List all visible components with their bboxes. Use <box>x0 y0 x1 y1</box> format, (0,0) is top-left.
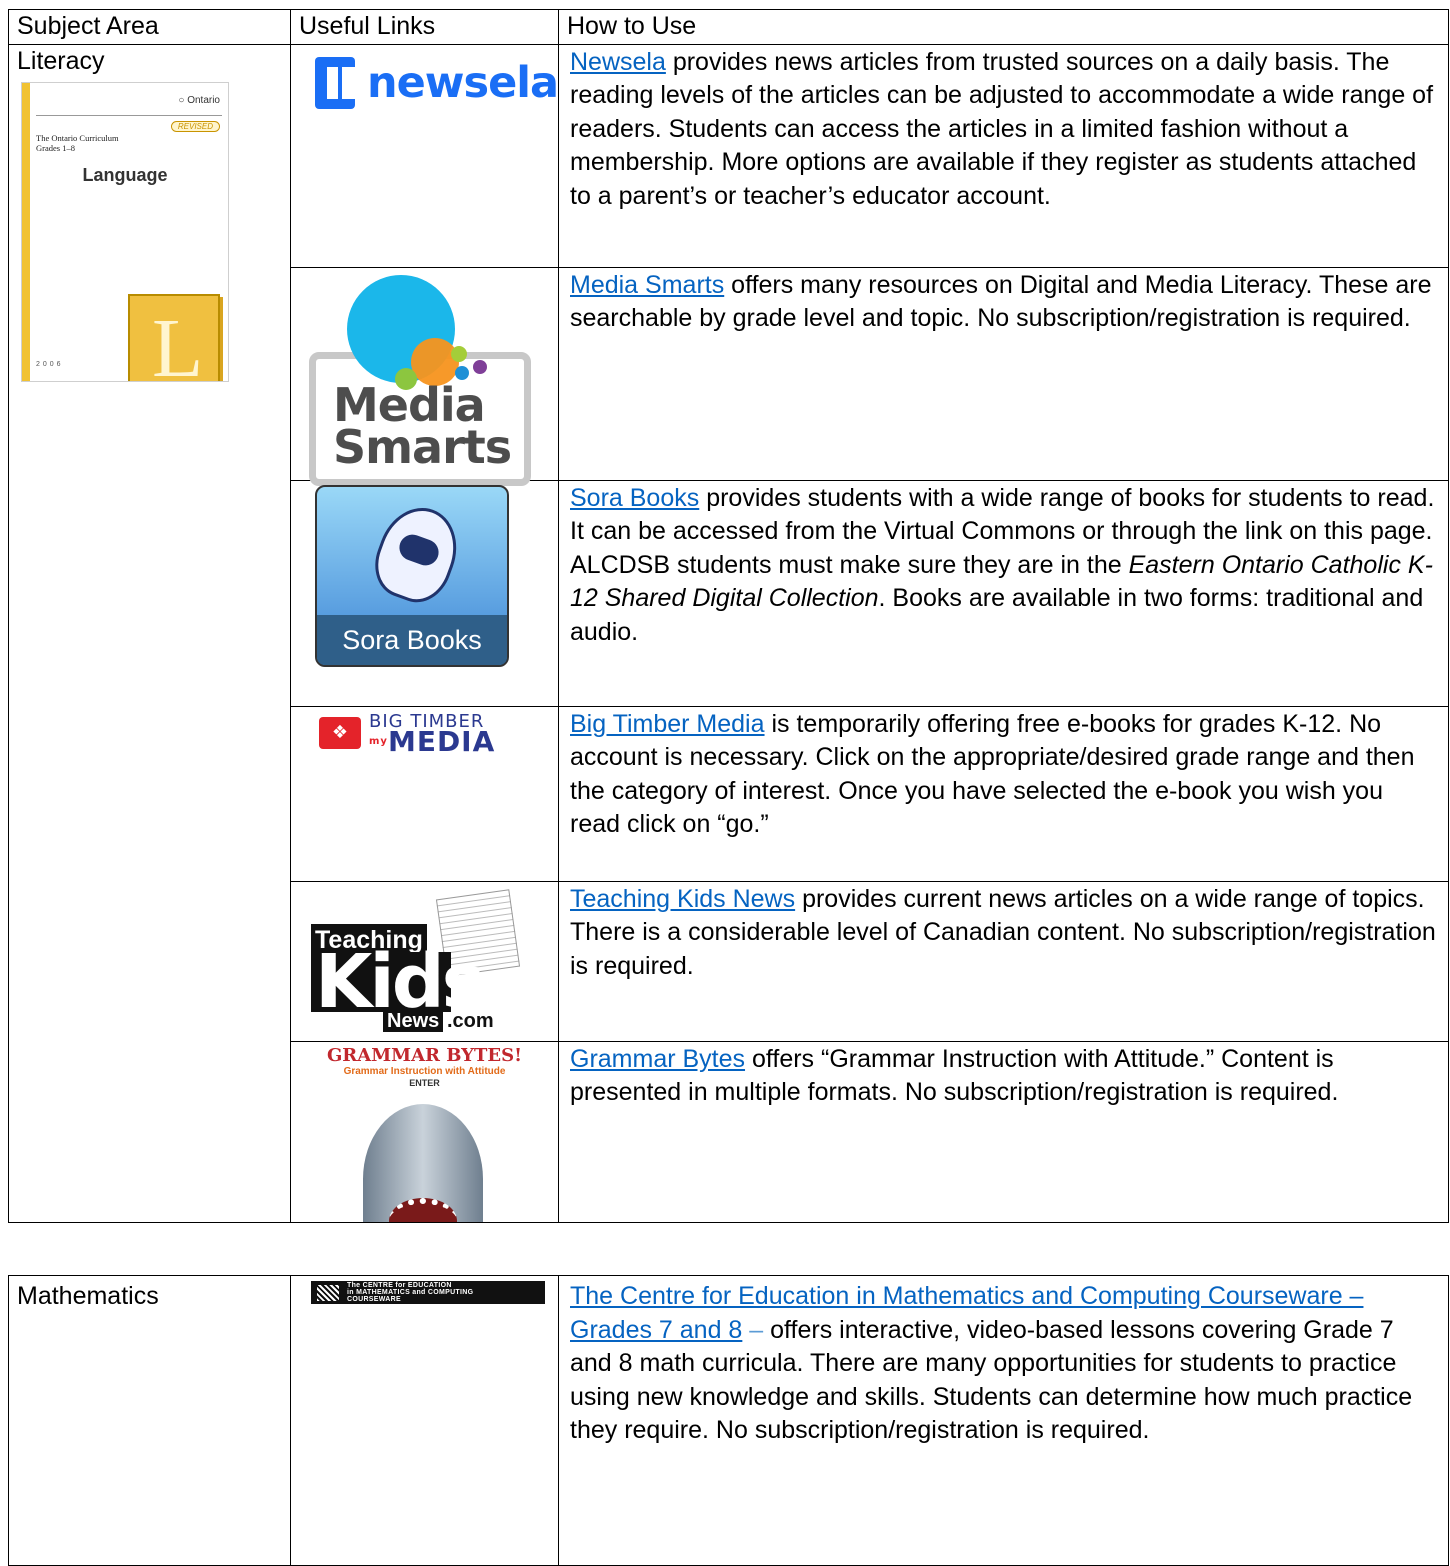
description: The Centre for Education in Mathematics … <box>570 1282 1413 1444</box>
cover-title: Language <box>82 165 168 185</box>
description: Big Timber Media is temporarily offering… <box>570 709 1415 839</box>
header-useful-links: Useful Links <box>290 9 559 45</box>
grammar-bytes-logo[interactable]: GRAMMAR BYTES! Grammar Instruction with … <box>291 1042 558 1222</box>
revised-badge: REVISED <box>170 121 220 132</box>
subject-cell-mathematics: Mathematics <box>8 1275 291 1566</box>
newsela-logo-cell: newsela <box>290 43 559 268</box>
newsela-logo[interactable]: newsela <box>315 56 559 109</box>
cover-year: 2006 <box>36 361 64 368</box>
newsela-link[interactable]: Newsela <box>570 48 666 76</box>
grammar-bytes-link[interactable]: Grammar Bytes <box>570 1045 745 1073</box>
grammar-bytes-logo-cell: GRAMMAR BYTES! Grammar Instruction with … <box>290 1040 559 1223</box>
teaching-kids-news-description-cell: Teaching Kids News provides current news… <box>558 880 1449 1042</box>
newsela-mark-icon <box>315 56 355 109</box>
newsela-description-cell: Newsela provides news articles from trus… <box>558 43 1449 268</box>
teaching-kids-news-logo[interactable]: Teaching Kids News .com <box>311 888 521 1032</box>
cemc-logo-cell: The CENTRE for EDUCATION in MATHEMATICS a… <box>290 1275 559 1566</box>
media-smarts-link[interactable]: Media Smarts <box>570 271 724 299</box>
grammar-bytes-description-cell: Grammar Bytes offers “Grammar Instructio… <box>558 1040 1449 1223</box>
mathematics-table: Mathematics The CENTRE for EDUCATION in M… <box>8 1275 1449 1566</box>
description: Media Smarts offers many resources on Di… <box>570 270 1432 333</box>
sora-books-link[interactable]: Sora Books <box>570 484 699 512</box>
description: Newsela provides news articles from trus… <box>570 47 1434 210</box>
description: Teaching Kids News provides current news… <box>570 884 1436 980</box>
media-smarts-logo[interactable]: Media Smarts <box>309 272 531 486</box>
header-row: Subject Area Useful Links How to Use <box>8 9 1449 45</box>
sora-logo-cell: Sora Books <box>290 479 559 707</box>
teaching-kids-news-link[interactable]: Teaching Kids News <box>570 885 795 913</box>
cover-rule <box>36 115 222 116</box>
description: Grammar Bytes offers “Grammar Instructio… <box>570 1044 1339 1107</box>
language-curriculum-cover-image: ○ Ontario REVISED The Ontario Curriculum… <box>21 82 229 382</box>
description: Sora Books provides students with a wide… <box>570 483 1435 646</box>
open-book-icon: ❖ <box>319 716 361 749</box>
media-smarts-logo-cell: Media Smarts <box>290 266 559 486</box>
cemc-mark-icon <box>317 1284 339 1301</box>
big-timber-media-link[interactable]: Big Timber Media <box>570 710 765 738</box>
sora-description-cell: Sora Books provides students with a wide… <box>558 479 1449 707</box>
sora-books-logo[interactable]: Sora Books <box>315 484 509 667</box>
header-how-to-use: How to Use <box>558 9 1449 45</box>
subject-cell-literacy: Literacy ○ Ontario REVISED The Ontario C… <box>8 43 291 1223</box>
media-smarts-description-cell: Media Smarts offers many resources on Di… <box>558 266 1449 481</box>
table-row: Literacy ○ Ontario REVISED The Ontario C… <box>8 43 1449 1223</box>
cover-curriculum: The Ontario Curriculum Grades 1–8 <box>36 133 119 153</box>
big-timber-logo-cell: ❖ BIG TIMBER myMEDIA <box>290 705 559 882</box>
table-row: Mathematics The CENTRE for EDUCATION in M… <box>8 1275 1449 1566</box>
big-timber-media-logo[interactable]: ❖ BIG TIMBER myMEDIA <box>319 712 558 755</box>
big-timber-description-cell: Big Timber Media is temporarily offering… <box>558 705 1449 882</box>
cover-stripe <box>22 83 30 381</box>
teaching-kids-news-logo-cell: Teaching Kids News .com <box>290 880 559 1042</box>
cemc-courseware-logo[interactable]: The CENTRE for EDUCATION in MATHEMATICS a… <box>311 1281 545 1304</box>
subject-label: Literacy <box>17 46 105 75</box>
header-subject-area: Subject Area <box>8 9 291 45</box>
cemc-description-cell: The Centre for Education in Mathematics … <box>558 1275 1449 1566</box>
cover-letter: L <box>152 302 204 382</box>
literacy-table: Subject Area Useful Links How to Use Lit… <box>8 9 1449 1223</box>
ontario-logo: ○ Ontario <box>178 95 220 106</box>
subject-label: Mathematics <box>17 1282 159 1310</box>
